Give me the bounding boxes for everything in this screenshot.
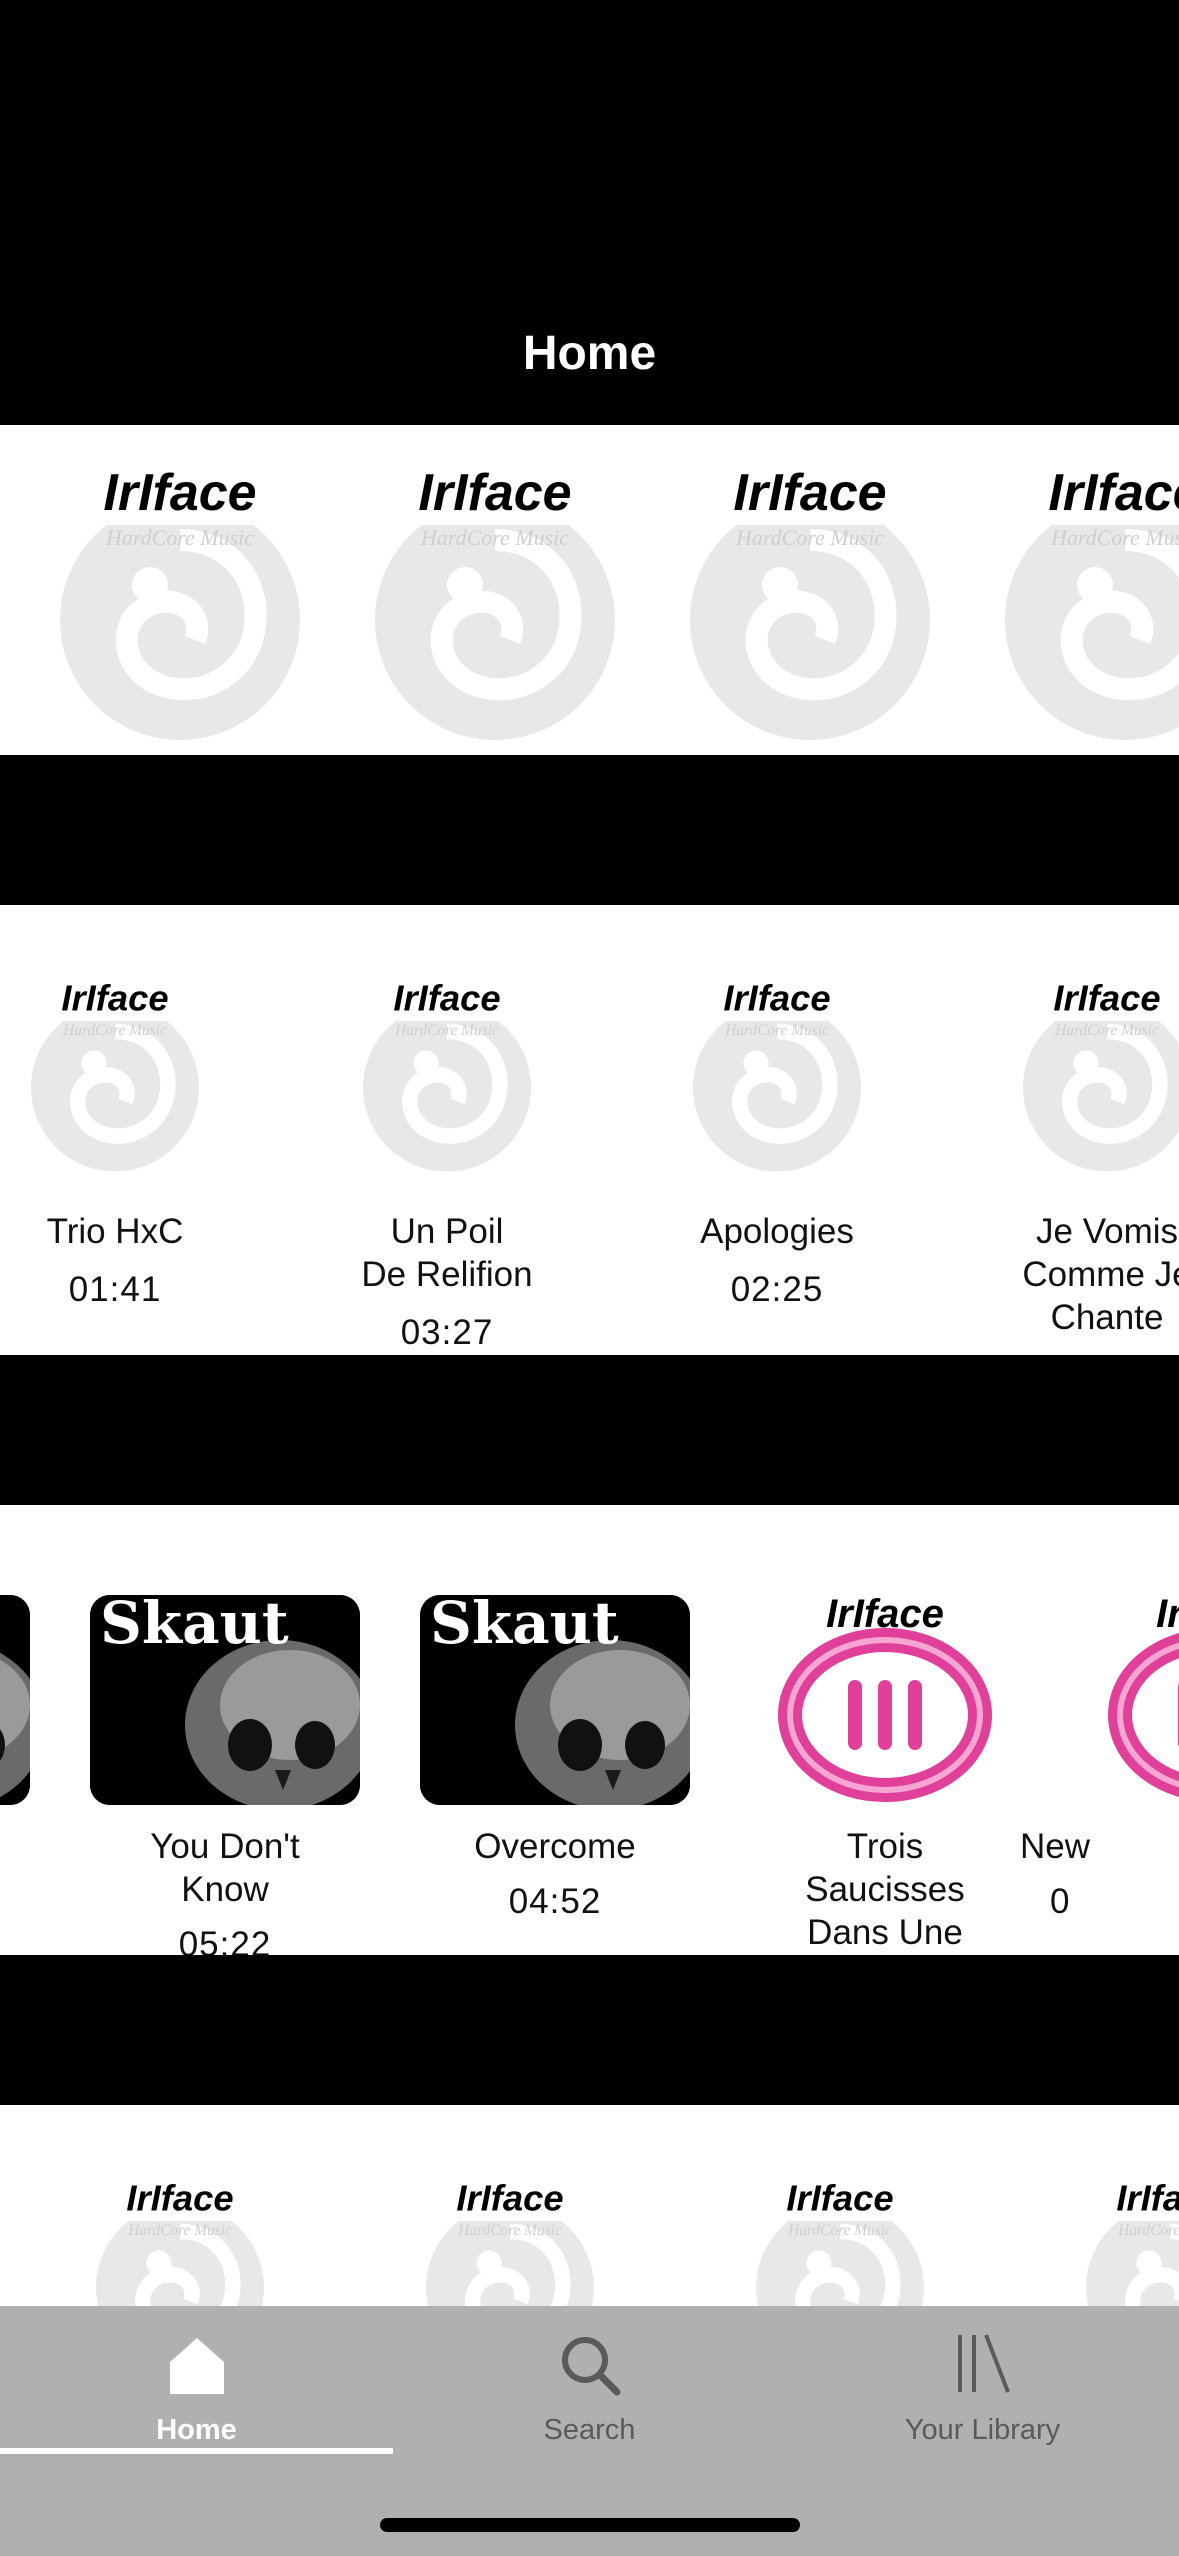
section-divider [0, 1955, 1179, 2105]
search-icon [561, 2337, 620, 2396]
track-duration: 0 [1050, 1882, 1071, 1921]
track-title: Trois Saucisses Dans Une [805, 1827, 965, 1952]
tab-home[interactable]: Home [0, 2306, 393, 2456]
album-art [0, 965, 250, 1175]
album-art [312, 965, 582, 1175]
track-duration: 02:25 [730, 1270, 824, 1309]
track-title: Je Vomis Comme Je Chante [1022, 1212, 1179, 1337]
header: Home [0, 0, 1179, 425]
track-card[interactable]: Overcome 04:52 [420, 1595, 690, 1955]
tab-label: Your Library [904, 2414, 1061, 2446]
album-art[interactable] [375, 2165, 645, 2306]
carousel-row-3[interactable]: n You Don't Know 05:22 Overcome 04:52 Tr… [0, 1505, 1179, 1955]
track-title: You Don't Know [150, 1827, 300, 1909]
track-duration: 01:41 [68, 1270, 162, 1309]
carousel-row-1[interactable] [0, 425, 1179, 755]
section-divider [0, 755, 1179, 905]
home-icon [169, 2338, 224, 2394]
tab-search[interactable]: Search [393, 2306, 786, 2456]
album-art[interactable] [975, 445, 1179, 745]
album-art [750, 1595, 1020, 1805]
track-card[interactable]: Je Vomis Comme Je Chante [972, 965, 1179, 1345]
track-card[interactable]: Apologies 02:25 [642, 965, 912, 1345]
track-card[interactable]: New 0 [1020, 1595, 1179, 1955]
album-art [0, 1595, 30, 1805]
library-icon [957, 2334, 1010, 2393]
track-title: New [1020, 1827, 1091, 1866]
album-art[interactable] [660, 445, 960, 745]
track-title: Apologies [700, 1212, 854, 1251]
track-card[interactable]: You Don't Know 05:22 [90, 1595, 360, 1955]
album-art[interactable] [705, 2165, 975, 2306]
track-title: Trio HxC [46, 1212, 184, 1251]
track-card[interactable]: Trio HxC 01:41 [0, 965, 250, 1345]
home-indicator[interactable] [380, 2518, 800, 2532]
track-card[interactable]: Un Poil De Relifion 03:27 [312, 965, 582, 1352]
track-duration: 05:22 [178, 1925, 272, 1955]
section-divider [0, 1355, 1179, 1505]
album-art [420, 1595, 690, 1805]
track-card[interactable]: Trois Saucisses Dans Une [750, 1595, 1020, 1955]
active-tab-indicator [0, 2448, 393, 2454]
track-card[interactable]: n [0, 1595, 30, 1955]
album-art[interactable] [45, 2165, 315, 2306]
album-art[interactable] [345, 445, 645, 745]
track-title: Un Poil De Relifion [361, 1212, 533, 1294]
track-title: n [0, 1825, 50, 1868]
track-duration: 04:52 [508, 1882, 602, 1921]
carousel-row-4[interactable] [0, 2105, 1179, 2306]
tab-library[interactable]: Your Library [786, 2306, 1179, 2456]
album-art[interactable] [30, 445, 330, 745]
carousel-row-2[interactable]: Trio HxC 01:41 Un Poil De Relifion 03:27… [0, 905, 1179, 1355]
album-art [642, 965, 912, 1175]
album-art [972, 965, 1179, 1175]
track-duration: 03:27 [400, 1313, 494, 1352]
tab-label: Search [543, 2414, 636, 2446]
album-art[interactable] [1035, 2165, 1179, 2306]
album-art [1080, 1595, 1179, 1805]
tab-label: Home [156, 2414, 237, 2446]
page-title: Home [522, 327, 657, 380]
album-art [90, 1595, 360, 1805]
track-title: Overcome [474, 1827, 636, 1866]
